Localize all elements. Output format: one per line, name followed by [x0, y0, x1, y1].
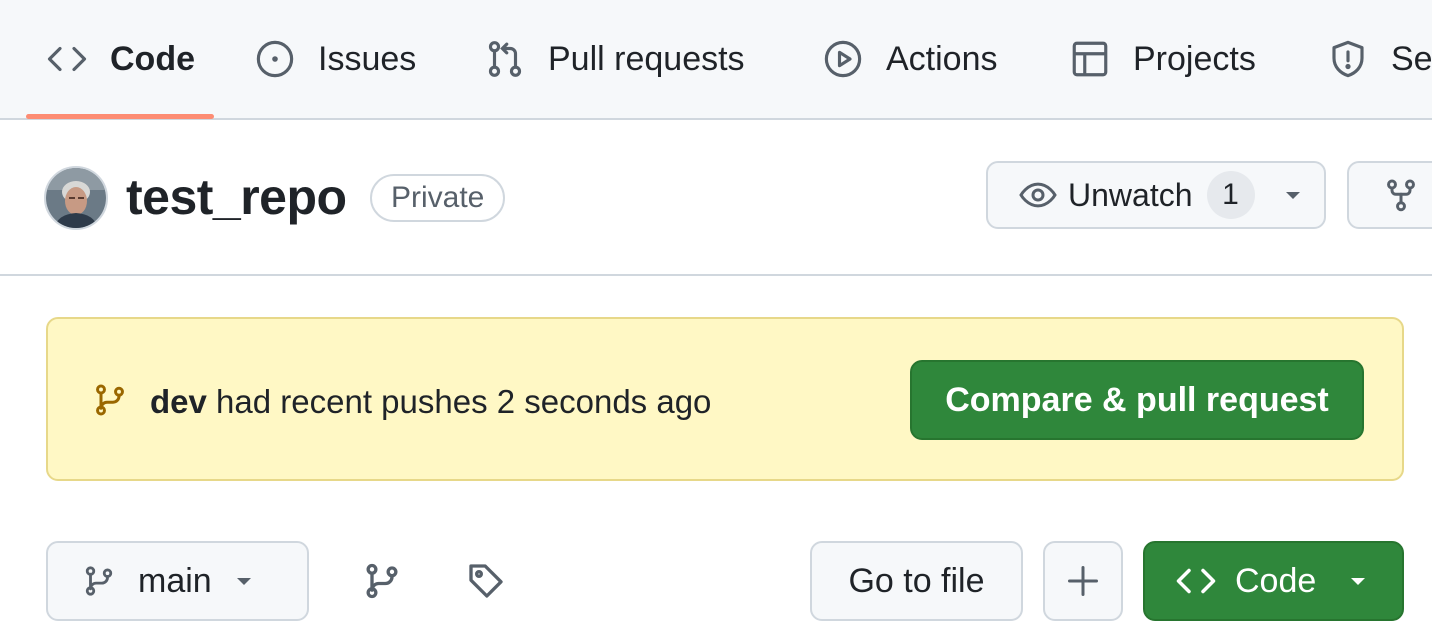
git-branch-icon — [85, 566, 113, 596]
tab-issues[interactable]: Issues — [254, 0, 416, 118]
pushed-branch-name[interactable]: dev — [150, 383, 207, 420]
tab-code[interactable]: Code — [46, 0, 195, 118]
recent-pushes-banner: dev had recent pushes 2 seconds ago Comp… — [46, 317, 1404, 481]
tab-projects[interactable]: Projects — [1069, 0, 1256, 118]
tab-code-label: Code — [110, 39, 195, 78]
repo-header: test_repo Private Unwatch 1 — [0, 120, 1432, 276]
visibility-badge: Private — [370, 174, 506, 222]
caret-down-icon — [1285, 192, 1300, 199]
active-tab-indicator — [26, 114, 214, 119]
avatar[interactable] — [44, 166, 108, 230]
code-icon — [1176, 568, 1216, 594]
issue-opened-icon — [256, 40, 294, 78]
repo-nav: Code Issues Pull requests Actions Projec… — [0, 0, 1432, 120]
eye-icon — [1019, 182, 1057, 208]
shield-icon — [1332, 40, 1364, 78]
watch-count: 1 — [1206, 171, 1255, 219]
recent-pushes-text: had recent pushes 2 seconds ago — [206, 383, 712, 420]
tag-icon[interactable] — [466, 561, 506, 601]
tab-security[interactable]: Se — [1327, 0, 1432, 118]
play-icon — [824, 40, 862, 78]
git-branch-icon — [96, 384, 124, 416]
caret-down-icon — [236, 578, 251, 585]
unwatch-label: Unwatch — [1068, 176, 1193, 213]
tab-issues-label: Issues — [318, 39, 417, 78]
tab-pull-requests-label: Pull requests — [548, 39, 745, 78]
plus-icon — [1068, 566, 1098, 596]
code-button-label: Code — [1235, 561, 1317, 600]
compare-pull-request-button[interactable]: Compare & pull request — [910, 360, 1364, 440]
recent-pushes-message: dev had recent pushes 2 seconds ago — [150, 383, 711, 421]
fork-button[interactable] — [1347, 161, 1432, 229]
add-file-button[interactable] — [1043, 541, 1123, 621]
caret-down-icon — [1351, 578, 1366, 585]
tab-actions[interactable]: Actions — [822, 0, 998, 118]
code-icon — [47, 46, 87, 72]
branches-icon[interactable] — [362, 561, 402, 601]
branch-selector[interactable]: main — [46, 541, 309, 621]
tab-pull-requests[interactable]: Pull requests — [484, 0, 745, 118]
avatar-image — [46, 168, 106, 228]
tab-projects-label: Projects — [1133, 39, 1256, 78]
repo-name[interactable]: test_repo — [126, 168, 347, 226]
repo-forked-icon — [1387, 179, 1415, 212]
table-icon — [1072, 41, 1108, 77]
unwatch-button[interactable]: Unwatch 1 — [986, 161, 1326, 229]
tab-actions-label: Actions — [886, 39, 998, 78]
code-button[interactable]: Code — [1143, 541, 1404, 621]
tab-security-label: Se — [1391, 39, 1432, 78]
git-pull-request-icon — [488, 41, 522, 77]
current-branch-label: main — [138, 561, 212, 600]
go-to-file-button[interactable]: Go to file — [810, 541, 1023, 621]
